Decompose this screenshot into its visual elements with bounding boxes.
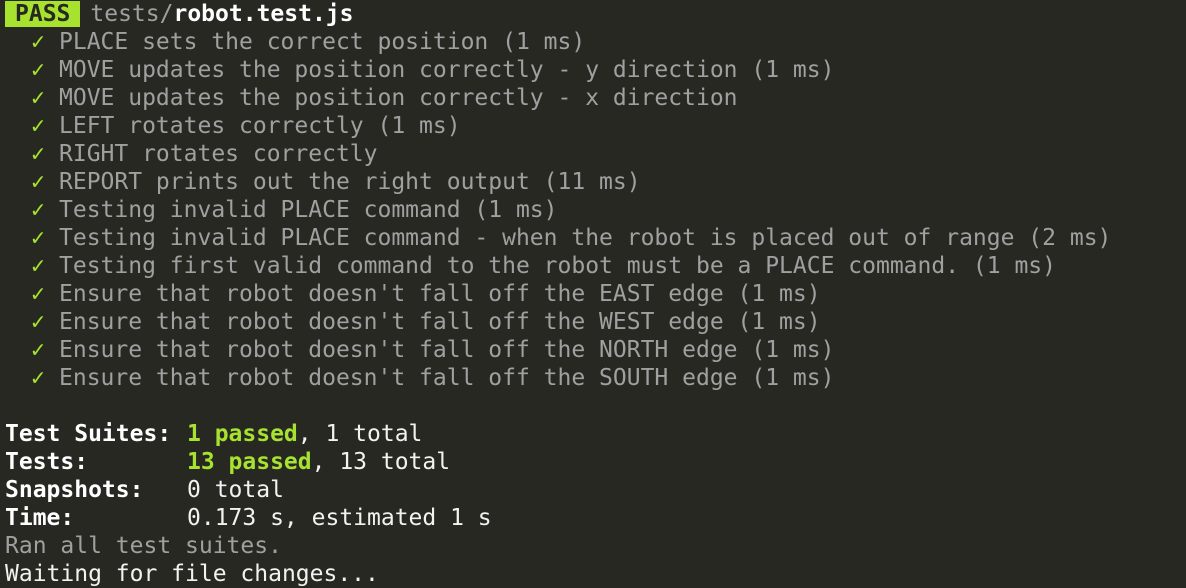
summary-time: Time: 0.173 s, estimated 1 s [5, 504, 1186, 532]
summary-test-suites: Test Suites: 1 passed, 1 total [5, 420, 1186, 448]
test-result-row: ✓ Ensure that robot doesn't fall off the … [5, 280, 1186, 308]
test-file-dir: tests/ [90, 1, 174, 27]
test-name: Ensure that robot doesn't fall off the S… [59, 365, 835, 391]
test-name: Ensure that robot doesn't fall off the N… [59, 337, 835, 363]
test-result-row: ✓ Testing first valid command to the robo… [5, 252, 1186, 280]
tests-total: , 13 total [311, 449, 451, 475]
pass-badge: PASS [5, 1, 81, 27]
test-name: REPORT prints out the right output (11 m… [59, 169, 641, 195]
test-result-row: ✓ MOVE updates the position correctly - y… [5, 56, 1186, 84]
time-value: 0.173 s, estimated 1 s [187, 505, 492, 531]
check-icon: ✓ [31, 169, 45, 195]
test-name: Ensure that robot doesn't fall off the W… [59, 309, 821, 335]
test-result-row: ✓ RIGHT rotates correctly [5, 140, 1186, 168]
check-icon: ✓ [31, 253, 45, 279]
test-name: Testing invalid PLACE command - when the… [59, 225, 1112, 251]
test-name: RIGHT rotates correctly [59, 141, 378, 167]
check-icon: ✓ [31, 197, 45, 223]
test-result-row: ✓ LEFT rotates correctly (1 ms) [5, 112, 1186, 140]
test-result-row: ✓ REPORT prints out the right output (11 … [5, 168, 1186, 196]
test-name: LEFT rotates correctly (1 ms) [59, 113, 461, 139]
test-results-list: ✓ PLACE sets the correct position (1 ms) ✓… [5, 28, 1186, 392]
summary-snapshots: Snapshots: 0 total [5, 476, 1186, 504]
summary-tests: Tests: 13 passed, 13 total [5, 448, 1186, 476]
test-result-row: ✓ Ensure that robot doesn't fall off the … [5, 336, 1186, 364]
tests-passed-count: 13 passed [187, 449, 312, 475]
suites-total: , 1 total [297, 421, 423, 447]
test-name: Testing first valid command to the robot… [59, 253, 1056, 279]
terminal-output: PASS tests/robot.test.js ✓ PLACE sets the … [5, 0, 1186, 588]
test-result-row: ✓ MOVE updates the position correctly - x… [5, 84, 1186, 112]
summary-label: Test Suites: [5, 421, 172, 447]
check-icon: ✓ [31, 225, 45, 251]
check-icon: ✓ [31, 309, 45, 335]
summary-label: Tests: [5, 449, 89, 475]
test-name: PLACE sets the correct position (1 ms) [59, 29, 586, 55]
check-icon: ✓ [31, 337, 45, 363]
test-result-row: ✓ PLACE sets the correct position (1 ms) [5, 28, 1186, 56]
ran-all-suites-text: Ran all test suites. [5, 533, 282, 559]
test-result-row: ✓ Ensure that robot doesn't fall off the … [5, 364, 1186, 392]
snapshots-total: 0 total [187, 477, 284, 503]
test-file-header: PASS tests/robot.test.js [5, 0, 1186, 28]
summary-label: Snapshots: [5, 477, 144, 503]
test-file-name: robot.test.js [173, 1, 354, 27]
check-icon: ✓ [31, 365, 45, 391]
check-icon: ✓ [31, 113, 45, 139]
suites-passed-count: 1 passed [187, 421, 298, 447]
test-result-row: ✓ Testing invalid PLACE command - when th… [5, 224, 1186, 252]
check-icon: ✓ [31, 141, 45, 167]
summary-label: Time: [5, 505, 75, 531]
watch-status-text: Waiting for file changes... [5, 561, 379, 587]
check-icon: ✓ [31, 85, 45, 111]
test-result-row: ✓ Ensure that robot doesn't fall off the … [5, 308, 1186, 336]
test-result-row: ✓ Testing invalid PLACE command (1 ms) [5, 196, 1186, 224]
test-name: MOVE updates the position correctly - x … [59, 85, 738, 111]
check-icon: ✓ [31, 57, 45, 83]
check-icon: ✓ [31, 281, 45, 307]
test-name: MOVE updates the position correctly - y … [59, 57, 835, 83]
check-icon: ✓ [31, 29, 45, 55]
test-name: Testing invalid PLACE command (1 ms) [59, 197, 558, 223]
test-name: Ensure that robot doesn't fall off the E… [59, 281, 821, 307]
